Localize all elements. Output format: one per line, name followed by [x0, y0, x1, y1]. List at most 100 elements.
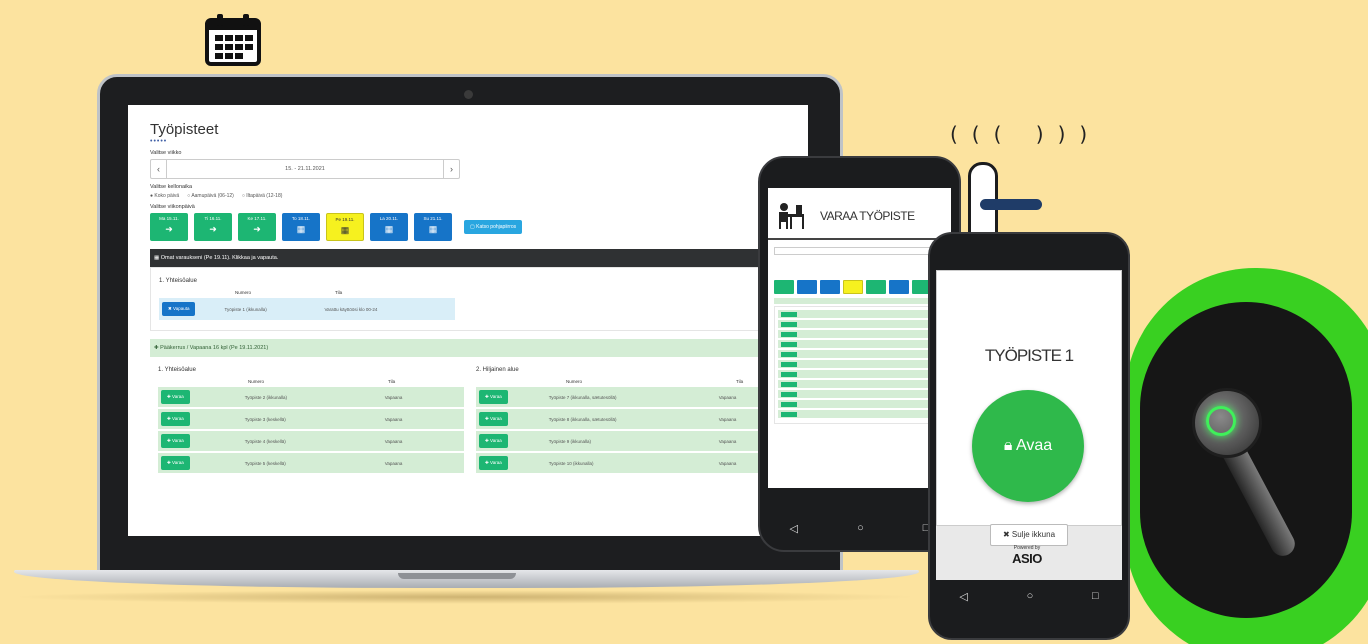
week-value: 15. - 21.11.2021: [285, 166, 325, 172]
radio-koko-paiva[interactable]: ● Koko päivä: [150, 193, 179, 199]
prev-week-button[interactable]: ‹: [151, 160, 167, 178]
own-table-header: Numero Tila: [159, 290, 761, 295]
table-row: ✚ Varaa Työpiste 7 (ikkunalla, sætutesöll…: [476, 387, 782, 407]
mini-day[interactable]: [866, 280, 886, 294]
mini-day[interactable]: [889, 280, 909, 294]
release-button[interactable]: ✖ Vapauta: [162, 302, 196, 316]
reserve-button[interactable]: ✚ Varaa: [161, 456, 190, 470]
time-radio-group: ● Koko päivä ○ Aamupäivä (06-12) ○ Iltap…: [150, 193, 786, 199]
day-button-ti[interactable]: Ti 16.11. ➜: [194, 213, 232, 241]
table-row: ✚ Varaa Työpiste 9 (ikkunalla) Vapaana: [476, 431, 782, 451]
laptop-camera: [464, 90, 473, 99]
day-button-su[interactable]: Su 21.11. ▦: [414, 213, 452, 241]
phone1-mini-page: [768, 240, 951, 428]
mini-day[interactable]: [774, 280, 794, 294]
mini-week-selector[interactable]: [774, 247, 945, 255]
own-reservation-row: ✖ Vapauta Työpiste 1 (ikkunalla) Varattu…: [159, 298, 455, 320]
laptop-shadow: [10, 590, 920, 604]
phone2-screen: TYÖPISTE 1 🔒︎ Avaa ✖ Sulje ikkuna: [936, 270, 1122, 580]
mini-area: [774, 306, 945, 424]
asio-logo: ASIO: [1012, 551, 1042, 566]
reserve-button[interactable]: ✚ Varaa: [161, 434, 190, 448]
reserve-button[interactable]: ✚ Varaa: [479, 434, 508, 448]
home-nav-icon[interactable]: ○: [857, 522, 864, 534]
mini-day[interactable]: [843, 280, 863, 294]
area-column-1: 1. Yhteisöalue Numero Tila ✚ Varaa Työpist…: [158, 363, 464, 475]
home-nav-icon[interactable]: ○: [1027, 590, 1034, 602]
wireless-signal-icon: ((( ))): [950, 122, 1102, 146]
close-icon: ✖: [1002, 530, 1012, 539]
close-window-button[interactable]: ✖ Sulje ikkuna: [990, 524, 1068, 546]
mini-radios: [774, 258, 945, 278]
desk-person-icon: [779, 203, 804, 229]
mini-reserve-button[interactable]: [781, 381, 797, 387]
mini-reserve-button[interactable]: [781, 401, 797, 407]
title-underline: •••••: [150, 138, 168, 145]
mini-day[interactable]: [820, 280, 840, 294]
day-button-ke[interactable]: Ke 17.11. ➜: [238, 213, 276, 241]
day-button-ma[interactable]: Ma 15.11. ➜: [150, 213, 188, 241]
reserve-button[interactable]: ✚ Varaa: [161, 412, 190, 426]
back-nav-icon[interactable]: ◁: [790, 522, 798, 535]
calendar-icon: ▦: [296, 224, 306, 234]
day-selector: Ma 15.11. ➜ Ti 16.11. ➜ Ke 17.11. ➜ To 18.1…: [150, 213, 786, 241]
next-week-button[interactable]: ›: [443, 160, 459, 178]
mini-reserve-button[interactable]: [781, 391, 797, 397]
radio-aamupaiva[interactable]: ○ Aamupäivä (06-12): [187, 193, 234, 199]
free-seats-bar: ✚ Pääkerrus / Vapaana 16 kpl (Pe 19.11.2…: [150, 339, 790, 357]
mini-reserve-button[interactable]: [781, 351, 797, 357]
mini-reserve-button[interactable]: [781, 361, 797, 367]
mini-day-selector: [774, 280, 945, 294]
door-lock-photo: [1140, 302, 1352, 618]
laptop-notch: [398, 573, 516, 579]
mini-day[interactable]: [797, 280, 817, 294]
own-reservations-panel: 1. Yhteisöalue Numero Tila ✖ Vapauta Työ…: [150, 267, 770, 331]
reserve-button[interactable]: ✚ Varaa: [161, 390, 190, 404]
open-lock-button[interactable]: 🔒︎ Avaa: [972, 390, 1084, 502]
mini-reserve-button[interactable]: [781, 411, 797, 417]
day-button-to[interactable]: To 18.11. ▦: [282, 213, 320, 241]
back-nav-icon[interactable]: ◁: [959, 590, 967, 603]
day-button-pe[interactable]: Pe 19.11. ▦: [326, 213, 364, 241]
mini-reserve-button[interactable]: [781, 321, 797, 327]
table-row: ✚ Varaa Työpiste 5 (keskellä) Vapaana: [158, 453, 464, 473]
mini-reserve-button[interactable]: [781, 371, 797, 377]
week-selector: ‹ 15. - 21.11.2021 ›: [150, 159, 460, 179]
phone1-title: VARAA TYÖPISTE: [820, 209, 915, 223]
powered-by: Powered by ASIO: [934, 545, 1120, 566]
phone-unlock: TYÖPISTE 1 🔒︎ Avaa ✖ Sulje ikkuna ◁ ○ □: [928, 232, 1130, 640]
list-item: [778, 320, 941, 328]
mini-reserve-button[interactable]: [781, 341, 797, 347]
phone1-screen: VARAA TYÖPISTE: [768, 188, 951, 488]
day-button-la[interactable]: La 20.11. ▦: [370, 213, 408, 241]
table-row: ✚ Varaa Työpiste 8 (ikkunalla, sætutesöll…: [476, 409, 782, 429]
recents-nav-icon[interactable]: □: [1092, 590, 1099, 602]
radio-iltapaiva[interactable]: ○ Iltapäivä (12-18): [242, 193, 283, 199]
door-sensor-arm: [980, 199, 1042, 210]
list-item: [778, 370, 941, 378]
floorplan-button[interactable]: ▢ Katso pohjapiirros: [464, 220, 523, 234]
day-label: Valitse viikonpäivä: [150, 204, 195, 210]
week-label: Valitse viikko: [150, 150, 182, 156]
area-columns: 1. Yhteisöalue Numero Tila ✚ Varaa Työpist…: [150, 357, 790, 481]
calendar-icon: ▦: [384, 224, 394, 234]
own-reservations-bar: ▦ Omat varaukseni (Pe 19.11). Klikkaa ja…: [150, 249, 770, 267]
column-tila: Tila: [335, 290, 343, 295]
reserve-button[interactable]: ✚ Varaa: [479, 456, 508, 470]
lock-glow-icon: [1206, 406, 1236, 436]
list-item: [778, 340, 941, 348]
list-item: [778, 330, 941, 338]
page-title: Työpisteet: [150, 121, 219, 138]
calendar-icon: ▦: [154, 255, 161, 261]
mini-reserve-button[interactable]: [781, 331, 797, 337]
reserve-button[interactable]: ✚ Varaa: [479, 390, 508, 404]
table-row: ✚ Varaa Työpiste 3 (keskellä) Vapaana: [158, 409, 464, 429]
column-numero: Numero: [235, 290, 252, 295]
arrow-right-icon: ➜: [209, 224, 217, 234]
table-row: ✚ Varaa Työpiste 2 (ikkunalla) Vapaana: [158, 387, 464, 407]
workstation-title: TYÖPISTE 1: [984, 346, 1074, 365]
reserve-button[interactable]: ✚ Varaa: [479, 412, 508, 426]
own-section-title: 1. Yhteisöalue: [159, 278, 197, 284]
mini-reserve-button[interactable]: [781, 311, 797, 317]
area-table-header: Numero Tila: [248, 379, 396, 384]
